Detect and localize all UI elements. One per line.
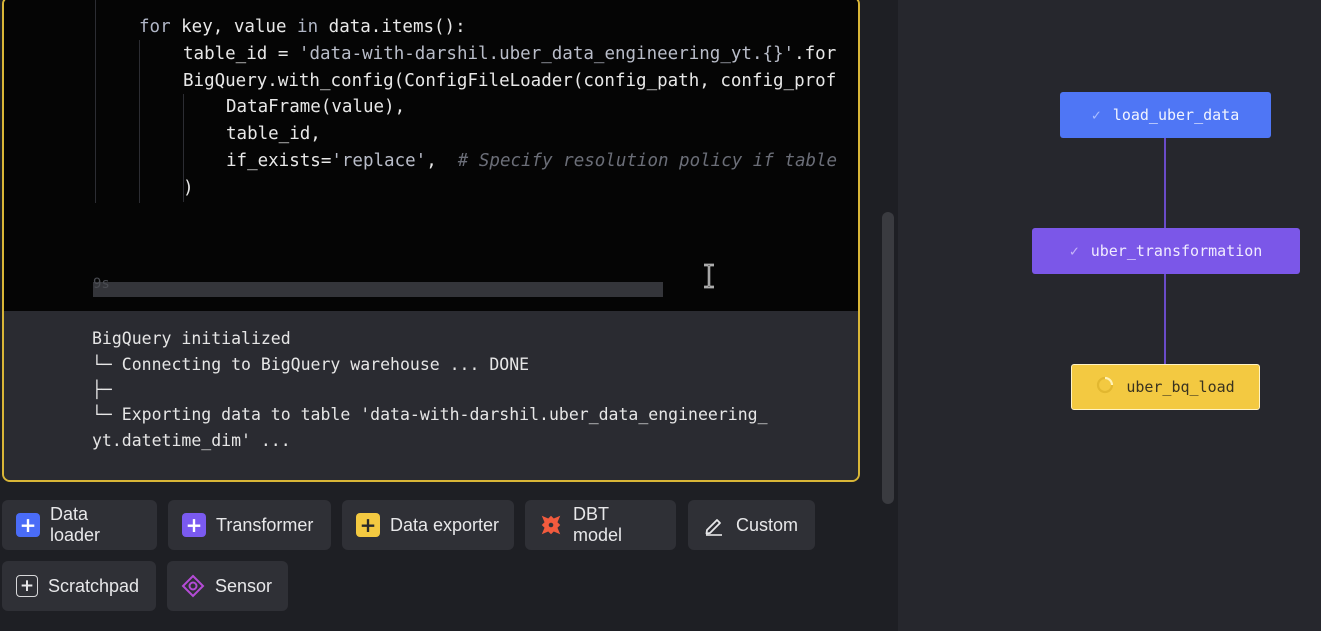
code-comment: # Specify resolution policy if table <box>457 151 838 171</box>
code-text: .for <box>794 44 837 64</box>
add-custom-button[interactable]: Custom <box>688 500 815 550</box>
node-label: load_uber_data <box>1112 106 1240 124</box>
code-line-1: for key, value in data.items(): <box>139 15 466 39</box>
graph-node-uber-transformation[interactable]: ✓ uber_transformation <box>1032 228 1300 274</box>
code-string: 'data-with-darshil.uber_data_engineering… <box>298 44 795 64</box>
plus-icon: + <box>182 513 206 537</box>
output-line: └─ Exporting data to table 'data-with-da… <box>92 405 768 424</box>
button-label: Sensor <box>215 575 273 596</box>
block-output: BigQuery initialized └─ Connecting to Bi… <box>4 311 858 480</box>
execution-progress-bar <box>93 282 663 297</box>
scrollbar-thumb[interactable] <box>882 212 894 504</box>
graph-edge <box>1164 137 1166 230</box>
add-scratchpad-button[interactable]: + Scratchpad <box>2 561 156 611</box>
check-icon: ✓ <box>1069 242 1079 260</box>
button-label: Data exporter <box>390 514 500 535</box>
spinner-icon <box>1096 376 1114 398</box>
add-data-loader-button[interactable]: + Data loader <box>2 500 157 550</box>
code-line-4: DataFrame(value), <box>226 95 405 119</box>
output-line: └─ Connecting to BigQuery warehouse ... … <box>92 355 530 374</box>
add-sensor-button[interactable]: Sensor <box>167 561 288 611</box>
code-line-6: if_exists='replace', # Specify resolutio… <box>226 149 837 173</box>
button-label: Data loader <box>50 504 101 545</box>
dbt-logo-icon <box>539 513 563 537</box>
keyword-for: for <box>139 17 171 37</box>
sensor-icon <box>181 574 205 598</box>
graph-node-uber-bq-load[interactable]: uber_bq_load <box>1071 364 1260 410</box>
code-text: table_id = <box>183 44 299 64</box>
add-dbt-model-button[interactable]: DBT model <box>525 500 676 550</box>
code-text: ) <box>183 178 194 198</box>
plus-icon: + <box>356 513 380 537</box>
code-line-2: table_id = 'data-with-darshil.uber_data_… <box>183 42 836 66</box>
code-text: key, value <box>170 17 298 37</box>
code-line-5: table_id, <box>226 122 321 146</box>
pencil-icon <box>702 513 726 537</box>
node-label: uber_transformation <box>1090 242 1263 260</box>
code-text: , <box>426 151 458 171</box>
plus-icon: + <box>16 575 38 597</box>
add-transformer-button[interactable]: + Transformer <box>168 500 331 550</box>
button-label: Transformer <box>216 514 314 535</box>
code-text: if_exists= <box>226 151 332 171</box>
graph-edge <box>1164 273 1166 365</box>
button-label: Custom <box>736 514 799 535</box>
code-line-7: ) <box>183 176 194 200</box>
code-editor[interactable]: for key, value in data.items(): table_id… <box>4 0 858 311</box>
output-line: BigQuery initialized <box>92 329 291 348</box>
code-text: DataFrame(value), <box>226 97 406 117</box>
indent-guide <box>139 40 140 203</box>
keyword-in: in <box>297 17 319 37</box>
code-text: table_id, <box>226 124 321 144</box>
code-text: data.items(): <box>318 17 466 37</box>
button-label: Scratchpad <box>48 575 140 596</box>
indent-guide <box>95 0 96 203</box>
add-data-exporter-button[interactable]: + Data exporter <box>342 500 514 550</box>
code-block[interactable]: for key, value in data.items(): table_id… <box>2 0 860 482</box>
output-line: yt.datetime_dim' ... <box>92 431 291 450</box>
output-line: ├─ <box>92 380 112 399</box>
plus-icon: + <box>16 513 40 537</box>
code-text: BigQuery.with_config(ConfigFileLoader(co… <box>183 71 837 91</box>
graph-node-load-uber-data[interactable]: ✓ load_uber_data <box>1060 92 1271 138</box>
code-string: 'replace' <box>331 151 427 171</box>
text-cursor-icon <box>704 263 714 289</box>
execution-progress-fill <box>93 282 663 297</box>
execution-timer: 9s <box>93 276 110 292</box>
node-label: uber_bq_load <box>1126 378 1235 396</box>
editor-panel: for key, value in data.items(): table_id… <box>0 0 898 631</box>
check-icon: ✓ <box>1091 106 1101 124</box>
button-label: DBT model <box>573 504 623 545</box>
code-line-3: BigQuery.with_config(ConfigFileLoader(co… <box>183 69 836 93</box>
